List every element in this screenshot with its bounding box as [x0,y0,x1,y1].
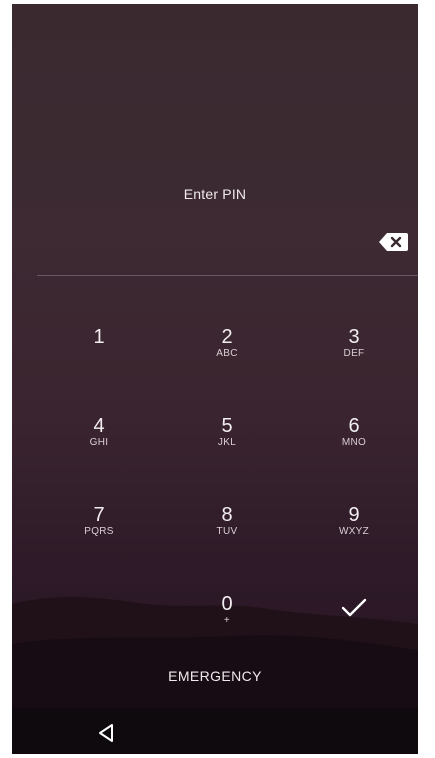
key-letters: GHI [89,437,109,448]
key-digit: 4 [93,415,105,437]
key-digit: 0 [221,593,233,615]
back-triangle-icon [99,724,113,742]
backspace-icon [379,233,408,251]
key-5[interactable]: 5 JKL [172,415,282,485]
key-4[interactable]: 4 GHI [44,415,154,485]
key-letters: TUV [216,526,238,537]
key-digit: 9 [348,504,360,526]
key-digit: 5 [221,415,233,437]
key-3[interactable]: 3 DEF [299,326,409,396]
key-letters: DEF [343,348,365,359]
key-letters: WXYZ [338,526,370,537]
enter-button[interactable] [299,593,409,663]
navigation-bar [12,708,418,754]
key-8[interactable]: 8 TUV [172,504,282,574]
key-digit: 6 [348,415,360,437]
key-9[interactable]: 9 WXYZ [299,504,409,574]
key-digit: 8 [221,504,233,526]
key-2[interactable]: 2 ABC [172,326,282,396]
backspace-button[interactable] [378,231,410,253]
key-digit: 2 [221,326,233,348]
key-0[interactable]: 0 + [172,593,282,663]
emergency-call-button[interactable]: EMERGENCY [12,668,418,684]
key-letters: PQRS [84,526,114,537]
back-button[interactable] [94,721,118,745]
key-letters: JKL [217,437,237,448]
key-6[interactable]: 6 MNO [299,415,409,485]
key-1[interactable]: 1 [44,326,154,396]
key-digit: 7 [93,504,105,526]
key-7[interactable]: 7 PQRS [44,504,154,574]
key-letters: MNO [341,437,367,448]
key-letters: ABC [216,348,238,359]
lock-screen: Enter PIN 1 2 ABC 3 DEF 4 GHI 5 JKL 6 MN… [12,4,418,754]
key-digit: 3 [348,326,360,348]
pin-entry-divider [37,275,418,276]
key-digit: 1 [93,326,105,348]
key-letters: + [223,615,231,626]
checkmark-icon [341,598,367,617]
pin-prompt: Enter PIN [183,186,247,202]
